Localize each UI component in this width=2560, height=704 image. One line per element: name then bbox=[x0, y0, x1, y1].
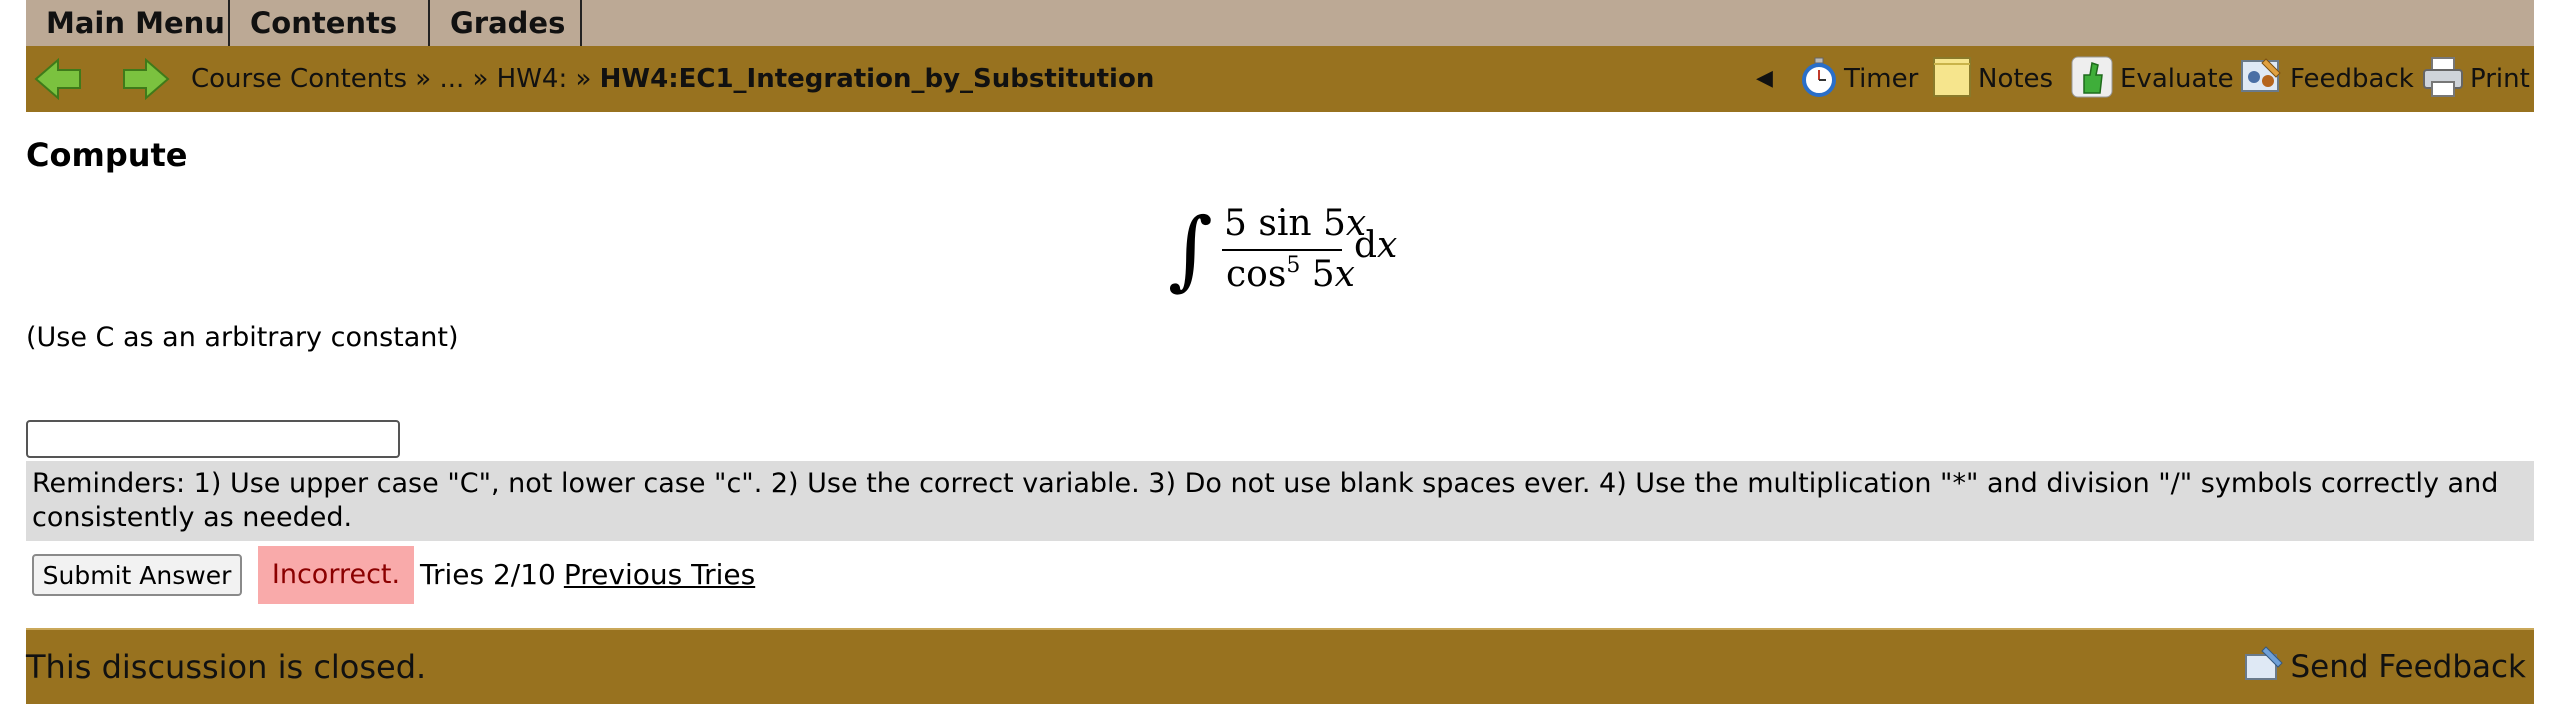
discussion-footer: This discussion is closed. Send Feedback bbox=[26, 628, 2534, 704]
notes-button[interactable]: Notes bbox=[1932, 46, 2053, 112]
breadcrumb-hw4[interactable]: HW4: bbox=[497, 64, 568, 94]
feedback-icon bbox=[2241, 57, 2281, 92]
formula-numerator: 5 sin 5x bbox=[1224, 203, 1367, 244]
main-menu-bar: Main Menu Contents Grades bbox=[26, 0, 2534, 46]
send-feedback-link[interactable]: Send Feedback bbox=[2244, 630, 2526, 704]
timer-button[interactable]: Timer bbox=[1800, 46, 1918, 112]
tab-grades[interactable]: Grades bbox=[430, 0, 582, 46]
answer-input[interactable] bbox=[26, 420, 400, 458]
feedback-label: Feedback bbox=[2290, 64, 2414, 94]
evaluate-icon bbox=[2071, 56, 2113, 97]
submit-answer-button[interactable]: Submit Answer bbox=[32, 554, 242, 596]
breadcrumb-separator: » bbox=[407, 64, 440, 94]
timer-label: Timer bbox=[1844, 64, 1919, 94]
integral-sign: ∫ bbox=[1168, 200, 1213, 300]
discussion-closed-text: This discussion is closed. bbox=[26, 648, 427, 686]
previous-tries-link[interactable]: Previous Tries bbox=[564, 558, 755, 591]
right-arrow-icon[interactable] bbox=[122, 58, 170, 100]
tab-main-menu[interactable]: Main Menu bbox=[26, 0, 230, 46]
constant-hint: (Use C as an arbitrary constant) bbox=[26, 322, 459, 353]
status-badge: Incorrect. bbox=[258, 546, 414, 604]
send-feedback-label: Send Feedback bbox=[2290, 649, 2526, 685]
print-label: Print bbox=[2470, 64, 2530, 94]
navigation-bar: Course Contents » ... » HW4: » HW4:EC1_I… bbox=[26, 46, 2534, 112]
breadcrumb-separator: » bbox=[567, 64, 600, 94]
tries-count: Tries 2/10 bbox=[420, 558, 556, 591]
formula-differential: dx bbox=[1354, 225, 1398, 266]
printer-icon bbox=[2423, 56, 2463, 97]
collapse-toolbar-button[interactable]: ◀ bbox=[1756, 46, 1773, 112]
breadcrumb-current-page: HW4:EC1_Integration_by_Substitution bbox=[599, 64, 1155, 94]
notes-label: Notes bbox=[1978, 64, 2054, 94]
tries-info: Tries 2/10 Previous Tries bbox=[420, 546, 755, 604]
send-feedback-icon bbox=[2245, 645, 2284, 680]
tab-contents[interactable]: Contents bbox=[230, 0, 430, 46]
notes-icon bbox=[1933, 56, 1971, 97]
reminders-box: Reminders: 1) Use upper case "C", not lo… bbox=[26, 461, 2534, 541]
breadcrumb: Course Contents » ... » HW4: » HW4:EC1_I… bbox=[191, 46, 1154, 112]
left-arrow-icon[interactable] bbox=[34, 58, 82, 100]
problem-heading: Compute bbox=[26, 136, 188, 174]
breadcrumb-ellipsis[interactable]: ... bbox=[439, 64, 464, 94]
stopwatch-icon bbox=[1802, 57, 1836, 97]
formula-denominator: cos5 5x bbox=[1226, 253, 1355, 295]
breadcrumb-course-contents[interactable]: Course Contents bbox=[191, 64, 407, 94]
print-button[interactable]: Print bbox=[2422, 46, 2530, 112]
evaluate-button[interactable]: Evaluate bbox=[2070, 46, 2234, 112]
feedback-button[interactable]: Feedback bbox=[2240, 46, 2414, 112]
evaluate-label: Evaluate bbox=[2120, 64, 2234, 94]
breadcrumb-separator: » bbox=[464, 64, 497, 94]
fraction-bar bbox=[1222, 249, 1342, 251]
